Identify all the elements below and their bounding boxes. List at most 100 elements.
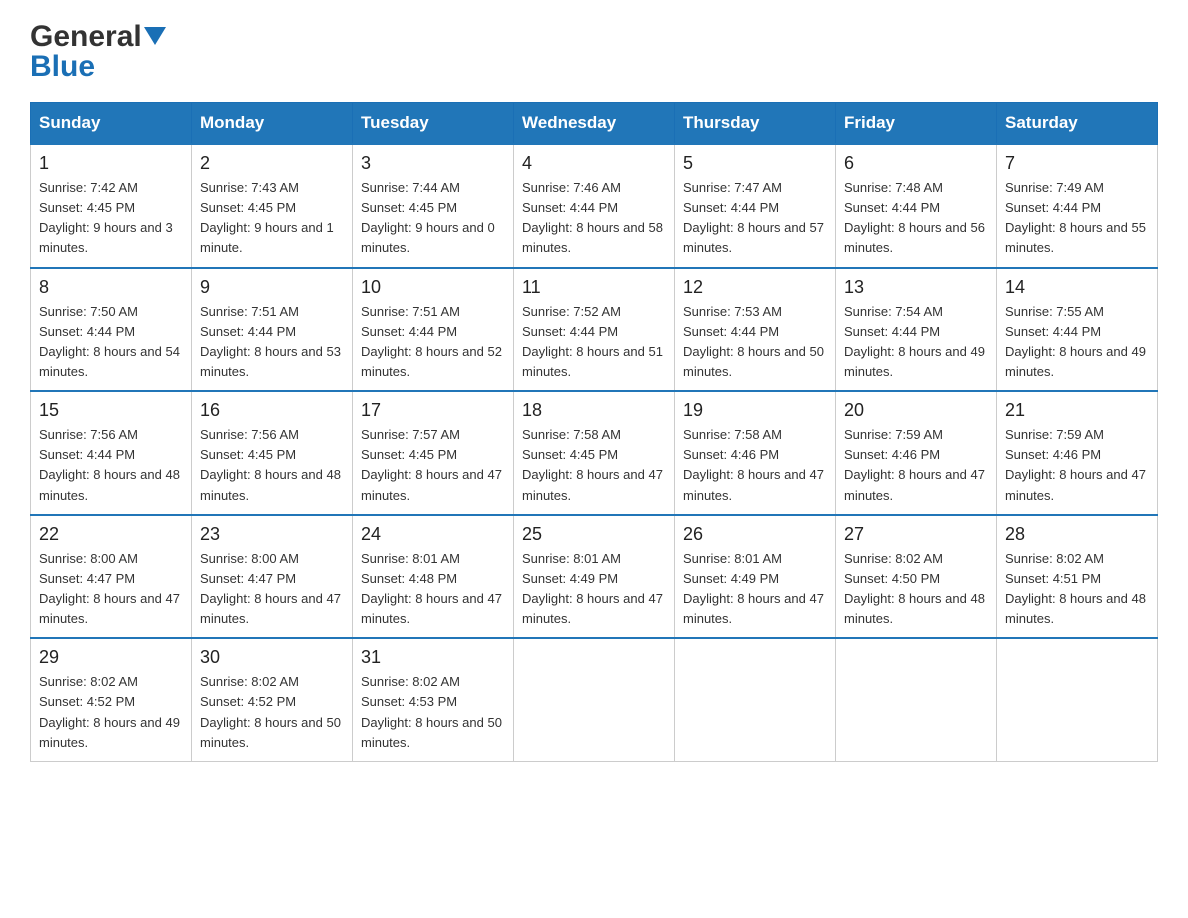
day-info: Sunrise: 8:02 AMSunset: 4:51 PMDaylight:…	[1005, 549, 1149, 630]
day-number: 4	[522, 153, 666, 174]
calendar-cell: 18 Sunrise: 7:58 AMSunset: 4:45 PMDayligh…	[514, 391, 675, 515]
day-number: 16	[200, 400, 344, 421]
calendar-table: SundayMondayTuesdayWednesdayThursdayFrid…	[30, 102, 1158, 762]
day-info: Sunrise: 7:43 AMSunset: 4:45 PMDaylight:…	[200, 178, 344, 259]
calendar-cell	[514, 638, 675, 761]
calendar-cell	[997, 638, 1158, 761]
calendar-cell: 17 Sunrise: 7:57 AMSunset: 4:45 PMDayligh…	[353, 391, 514, 515]
day-info: Sunrise: 7:46 AMSunset: 4:44 PMDaylight:…	[522, 178, 666, 259]
day-info: Sunrise: 7:58 AMSunset: 4:45 PMDaylight:…	[522, 425, 666, 506]
calendar-cell: 29 Sunrise: 8:02 AMSunset: 4:52 PMDayligh…	[31, 638, 192, 761]
day-number: 12	[683, 277, 827, 298]
calendar-week-row: 22 Sunrise: 8:00 AMSunset: 4:47 PMDayligh…	[31, 515, 1158, 639]
calendar-cell: 26Sunrise: 8:01 AMSunset: 4:49 PMDayligh…	[675, 515, 836, 639]
day-info: Sunrise: 8:00 AMSunset: 4:47 PMDaylight:…	[200, 549, 344, 630]
day-number: 15	[39, 400, 183, 421]
calendar-cell: 30Sunrise: 8:02 AMSunset: 4:52 PMDayligh…	[192, 638, 353, 761]
day-info: Sunrise: 7:47 AMSunset: 4:44 PMDaylight:…	[683, 178, 827, 259]
calendar-cell: 14Sunrise: 7:55 AMSunset: 4:44 PMDayligh…	[997, 268, 1158, 392]
calendar-cell: 19 Sunrise: 7:58 AMSunset: 4:46 PMDayligh…	[675, 391, 836, 515]
day-number: 11	[522, 277, 666, 298]
calendar-cell: 21 Sunrise: 7:59 AMSunset: 4:46 PMDayligh…	[997, 391, 1158, 515]
weekday-header-monday: Monday	[192, 103, 353, 145]
calendar-cell: 8 Sunrise: 7:50 AMSunset: 4:44 PMDaylight…	[31, 268, 192, 392]
day-info: Sunrise: 7:54 AMSunset: 4:44 PMDaylight:…	[844, 302, 988, 383]
day-number: 31	[361, 647, 505, 668]
calendar-cell: 1 Sunrise: 7:42 AMSunset: 4:45 PMDaylight…	[31, 144, 192, 268]
day-info: Sunrise: 7:58 AMSunset: 4:46 PMDaylight:…	[683, 425, 827, 506]
calendar-cell: 11 Sunrise: 7:52 AMSunset: 4:44 PMDayligh…	[514, 268, 675, 392]
day-info: Sunrise: 7:44 AMSunset: 4:45 PMDaylight:…	[361, 178, 505, 259]
calendar-cell: 5 Sunrise: 7:47 AMSunset: 4:44 PMDaylight…	[675, 144, 836, 268]
day-number: 20	[844, 400, 988, 421]
day-info: Sunrise: 8:00 AMSunset: 4:47 PMDaylight:…	[39, 549, 183, 630]
calendar-cell: 23 Sunrise: 8:00 AMSunset: 4:47 PMDayligh…	[192, 515, 353, 639]
day-info: Sunrise: 7:59 AMSunset: 4:46 PMDaylight:…	[1005, 425, 1149, 506]
logo-arrow-icon	[144, 27, 166, 49]
day-number: 29	[39, 647, 183, 668]
calendar-cell: 20 Sunrise: 7:59 AMSunset: 4:46 PMDayligh…	[836, 391, 997, 515]
calendar-cell: 6 Sunrise: 7:48 AMSunset: 4:44 PMDaylight…	[836, 144, 997, 268]
calendar-week-row: 8 Sunrise: 7:50 AMSunset: 4:44 PMDaylight…	[31, 268, 1158, 392]
day-info: Sunrise: 7:59 AMSunset: 4:46 PMDaylight:…	[844, 425, 988, 506]
day-number: 14	[1005, 277, 1149, 298]
page-header: General Blue	[30, 20, 1158, 84]
logo-blue-text: Blue	[30, 50, 95, 84]
calendar-cell	[675, 638, 836, 761]
weekday-header-friday: Friday	[836, 103, 997, 145]
day-info: Sunrise: 7:50 AMSunset: 4:44 PMDaylight:…	[39, 302, 183, 383]
calendar-cell: 22 Sunrise: 8:00 AMSunset: 4:47 PMDayligh…	[31, 515, 192, 639]
day-number: 28	[1005, 524, 1149, 545]
weekday-header-wednesday: Wednesday	[514, 103, 675, 145]
weekday-header-row: SundayMondayTuesdayWednesdayThursdayFrid…	[31, 103, 1158, 145]
day-number: 22	[39, 524, 183, 545]
day-number: 9	[200, 277, 344, 298]
calendar-week-row: 1 Sunrise: 7:42 AMSunset: 4:45 PMDaylight…	[31, 144, 1158, 268]
calendar-cell	[836, 638, 997, 761]
calendar-cell: 4 Sunrise: 7:46 AMSunset: 4:44 PMDaylight…	[514, 144, 675, 268]
calendar-cell: 10Sunrise: 7:51 AMSunset: 4:44 PMDayligh…	[353, 268, 514, 392]
calendar-week-row: 29 Sunrise: 8:02 AMSunset: 4:52 PMDayligh…	[31, 638, 1158, 761]
day-number: 1	[39, 153, 183, 174]
day-number: 8	[39, 277, 183, 298]
day-info: Sunrise: 7:56 AMSunset: 4:45 PMDaylight:…	[200, 425, 344, 506]
weekday-header-saturday: Saturday	[997, 103, 1158, 145]
calendar-cell: 3 Sunrise: 7:44 AMSunset: 4:45 PMDaylight…	[353, 144, 514, 268]
calendar-cell: 12 Sunrise: 7:53 AMSunset: 4:44 PMDayligh…	[675, 268, 836, 392]
day-info: Sunrise: 7:42 AMSunset: 4:45 PMDaylight:…	[39, 178, 183, 259]
day-number: 6	[844, 153, 988, 174]
calendar-cell: 28 Sunrise: 8:02 AMSunset: 4:51 PMDayligh…	[997, 515, 1158, 639]
weekday-header-thursday: Thursday	[675, 103, 836, 145]
day-info: Sunrise: 8:01 AMSunset: 4:48 PMDaylight:…	[361, 549, 505, 630]
day-info: Sunrise: 7:53 AMSunset: 4:44 PMDaylight:…	[683, 302, 827, 383]
calendar-cell: 7 Sunrise: 7:49 AMSunset: 4:44 PMDaylight…	[997, 144, 1158, 268]
day-info: Sunrise: 7:49 AMSunset: 4:44 PMDaylight:…	[1005, 178, 1149, 259]
day-info: Sunrise: 7:56 AMSunset: 4:44 PMDaylight:…	[39, 425, 183, 506]
weekday-header-tuesday: Tuesday	[353, 103, 514, 145]
calendar-cell: 15 Sunrise: 7:56 AMSunset: 4:44 PMDayligh…	[31, 391, 192, 515]
day-number: 5	[683, 153, 827, 174]
calendar-cell: 24Sunrise: 8:01 AMSunset: 4:48 PMDayligh…	[353, 515, 514, 639]
calendar-cell: 9 Sunrise: 7:51 AMSunset: 4:44 PMDaylight…	[192, 268, 353, 392]
day-info: Sunrise: 7:48 AMSunset: 4:44 PMDaylight:…	[844, 178, 988, 259]
day-info: Sunrise: 8:01 AMSunset: 4:49 PMDaylight:…	[522, 549, 666, 630]
calendar-week-row: 15 Sunrise: 7:56 AMSunset: 4:44 PMDayligh…	[31, 391, 1158, 515]
day-number: 26	[683, 524, 827, 545]
day-info: Sunrise: 8:02 AMSunset: 4:53 PMDaylight:…	[361, 672, 505, 753]
day-info: Sunrise: 8:02 AMSunset: 4:52 PMDaylight:…	[39, 672, 183, 753]
day-number: 19	[683, 400, 827, 421]
day-number: 17	[361, 400, 505, 421]
day-info: Sunrise: 7:52 AMSunset: 4:44 PMDaylight:…	[522, 302, 666, 383]
day-number: 18	[522, 400, 666, 421]
calendar-cell: 31 Sunrise: 8:02 AMSunset: 4:53 PMDayligh…	[353, 638, 514, 761]
day-info: Sunrise: 7:51 AMSunset: 4:44 PMDaylight:…	[200, 302, 344, 383]
day-number: 3	[361, 153, 505, 174]
calendar-cell: 16 Sunrise: 7:56 AMSunset: 4:45 PMDayligh…	[192, 391, 353, 515]
day-info: Sunrise: 8:02 AMSunset: 4:50 PMDaylight:…	[844, 549, 988, 630]
day-number: 7	[1005, 153, 1149, 174]
day-info: Sunrise: 7:57 AMSunset: 4:45 PMDaylight:…	[361, 425, 505, 506]
day-number: 13	[844, 277, 988, 298]
day-number: 25	[522, 524, 666, 545]
day-number: 21	[1005, 400, 1149, 421]
day-number: 23	[200, 524, 344, 545]
